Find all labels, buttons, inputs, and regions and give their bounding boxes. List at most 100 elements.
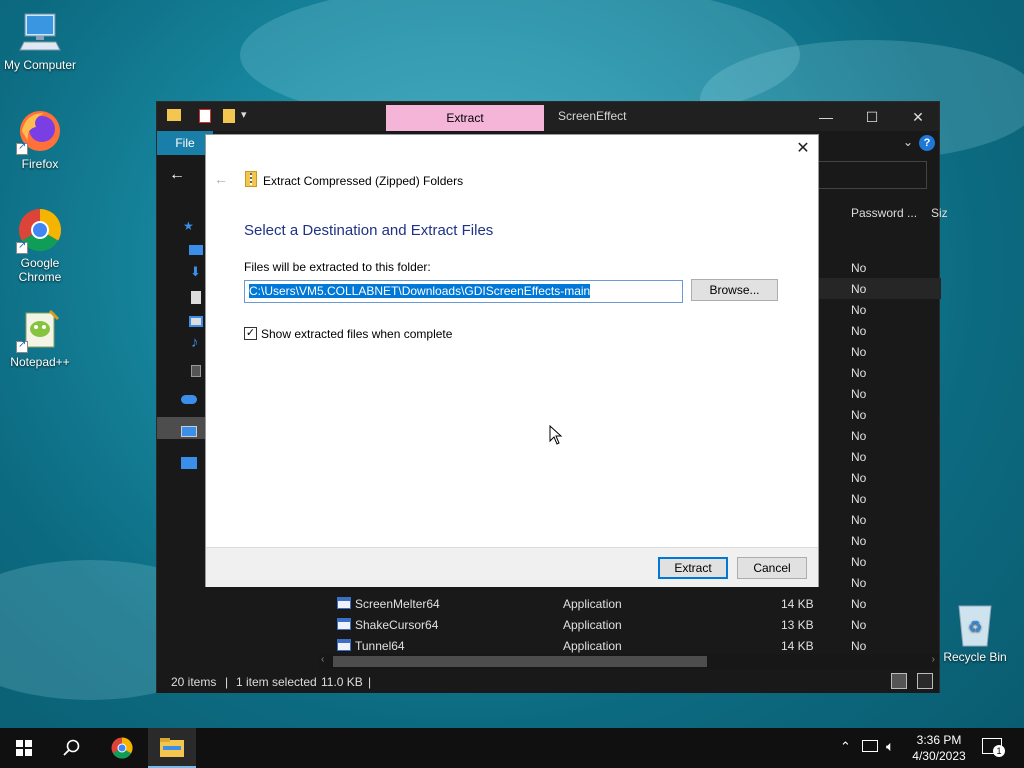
search-input[interactable] [817, 161, 927, 189]
folder-icon [167, 109, 181, 121]
desktop-icon-my-computer[interactable]: My Computer [0, 8, 80, 72]
back-arrow-icon[interactable]: ← [169, 166, 185, 184]
expand-ribbon-chevron-icon[interactable]: ⌄ [903, 135, 913, 149]
desktop-icon-label: Google Chrome [18, 256, 62, 284]
documents-nav-icon[interactable] [191, 291, 201, 304]
file-type: Application [563, 597, 622, 611]
start-button[interactable] [0, 728, 48, 768]
file-password-protected: No [851, 261, 867, 275]
this-pc-nav-icon[interactable] [181, 426, 197, 437]
file-name: ShakeCursor64 [355, 618, 439, 632]
minimize-button[interactable]: — [803, 106, 849, 128]
quick-access-star-icon[interactable]: ★ [183, 219, 194, 233]
chrome-icon [16, 206, 64, 254]
show-files-checkbox[interactable]: ✓ [244, 327, 257, 340]
status-divider: | [368, 675, 372, 689]
scrollbar-thumb[interactable] [333, 656, 707, 667]
pictures-nav-icon[interactable] [189, 316, 203, 327]
desktop-icon-label: Firefox [21, 157, 59, 171]
new-folder-icon[interactable] [223, 109, 235, 123]
taskbar-file-explorer[interactable] [148, 728, 196, 768]
dialog-footer: Extract Cancel [206, 547, 818, 587]
desktop-icon-recycle-bin[interactable]: ♻ Recycle Bin [940, 602, 1010, 664]
file-row[interactable]: ScreenMelter64 Application 14 KB No [315, 593, 941, 614]
item-count: 20 items [171, 675, 217, 689]
file-size: 14 KB [781, 597, 814, 611]
details-view-button[interactable] [891, 673, 907, 689]
network-nav-icon[interactable] [181, 457, 197, 469]
horizontal-scrollbar[interactable]: ‹ › [319, 654, 939, 669]
shortcut-arrow-icon [16, 339, 28, 353]
videos-nav-icon[interactable] [191, 365, 201, 377]
quick-access-dropdown-icon[interactable]: ▾ [241, 108, 247, 121]
desktop-icon-google-chrome[interactable]: Google Chrome [0, 206, 80, 284]
show-hidden-icons-chevron-icon[interactable]: ⌃ [840, 739, 851, 755]
taskbar-clock[interactable]: 3:36 PM 4/30/2023 [900, 732, 978, 764]
clock-date: 4/30/2023 [912, 749, 966, 763]
file-name: ScreenMelter64 [355, 597, 440, 611]
network-icon[interactable] [862, 740, 878, 752]
application-file-icon [337, 618, 351, 630]
dialog-title: Extract Compressed (Zipped) Folders [263, 174, 464, 188]
desktop-icon-notepad-plus-plus[interactable]: Notepad++ [0, 305, 80, 369]
file-password-protected: No [851, 303, 867, 317]
application-file-icon [337, 597, 351, 609]
file-password-protected: No [851, 450, 867, 464]
mouse-pointer-icon [549, 425, 563, 445]
computer-icon [16, 8, 64, 56]
selection-size: 11.0 KB [321, 675, 363, 689]
downloads-nav-icon[interactable]: ⬇ [190, 264, 201, 280]
firefox-icon [16, 107, 64, 155]
cancel-button[interactable]: Cancel [737, 557, 807, 579]
file-password-protected: No [851, 597, 867, 611]
file-password-protected: No [851, 513, 867, 527]
extract-button[interactable]: Extract [658, 557, 728, 579]
dialog-back-arrow-icon[interactable]: ← [214, 171, 228, 187]
file-password-protected: No [851, 492, 867, 506]
search-icon [63, 739, 80, 756]
clock-time: 3:36 PM [916, 733, 962, 747]
file-password-protected: No [851, 429, 867, 443]
maximize-button[interactable]: ☐ [849, 106, 895, 128]
recycle-bin-icon: ♻ [958, 605, 992, 647]
zip-folder-icon [245, 171, 257, 187]
file-size: 13 KB [781, 618, 814, 632]
explorer-titlebar[interactable]: ▾ Extract ScreenEffect — ☐ ✕ [157, 102, 939, 131]
scroll-right-arrow-icon[interactable]: › [932, 654, 935, 665]
destination-label: Files will be extracted to this folder: [244, 260, 431, 274]
show-files-label[interactable]: Show extracted files when complete [261, 327, 452, 341]
file-row[interactable]: Tunnel64 Application 14 KB No [315, 635, 941, 656]
properties-icon[interactable] [199, 109, 211, 123]
extract-contextual-tab[interactable]: Extract [386, 105, 544, 131]
desktop-icon-label: My Computer [3, 58, 77, 72]
taskbar: ⌃ 🔈︎ 3:36 PM 4/30/2023 1 [0, 728, 1024, 768]
window-title: ScreenEffect [558, 109, 627, 123]
volume-icon[interactable]: 🔈︎ [886, 738, 894, 755]
large-icons-view-button[interactable] [917, 673, 933, 689]
desktop-icon-firefox[interactable]: Firefox [0, 107, 80, 171]
file-type: Application [563, 618, 622, 632]
destination-path-input[interactable]: C:\Users\VM5.COLLABNET\Downloads\GDIScre… [244, 280, 683, 303]
file-password-protected: No [851, 639, 867, 653]
shortcut-arrow-icon [16, 141, 28, 155]
selection-count: 1 item selected [236, 675, 317, 689]
svg-text:♻: ♻ [968, 617, 982, 636]
file-row[interactable]: ShakeCursor64 Application 13 KB No [315, 614, 941, 635]
desktop-icon-label: Notepad++ [10, 355, 70, 369]
music-nav-icon[interactable]: ♪ [191, 334, 199, 351]
file-password-protected: No [851, 387, 867, 401]
onedrive-cloud-icon[interactable] [181, 395, 197, 404]
browse-button[interactable]: Browse... [691, 279, 778, 301]
shortcut-arrow-icon [16, 240, 28, 254]
close-button[interactable]: ✕ [895, 106, 941, 128]
scroll-left-arrow-icon[interactable]: ‹ [321, 654, 324, 665]
file-password-protected: No [851, 282, 867, 296]
action-center-button[interactable]: 1 [982, 738, 1005, 757]
file-size: 14 KB [781, 639, 814, 653]
status-bar: 20 items | 1 item selected 11.0 KB | [157, 670, 939, 693]
desktop-nav-icon[interactable] [189, 245, 203, 255]
dialog-close-icon[interactable]: ✕ [794, 141, 812, 159]
help-icon[interactable]: ? [919, 135, 935, 151]
search-button[interactable] [48, 728, 96, 768]
taskbar-chrome[interactable] [98, 728, 146, 768]
